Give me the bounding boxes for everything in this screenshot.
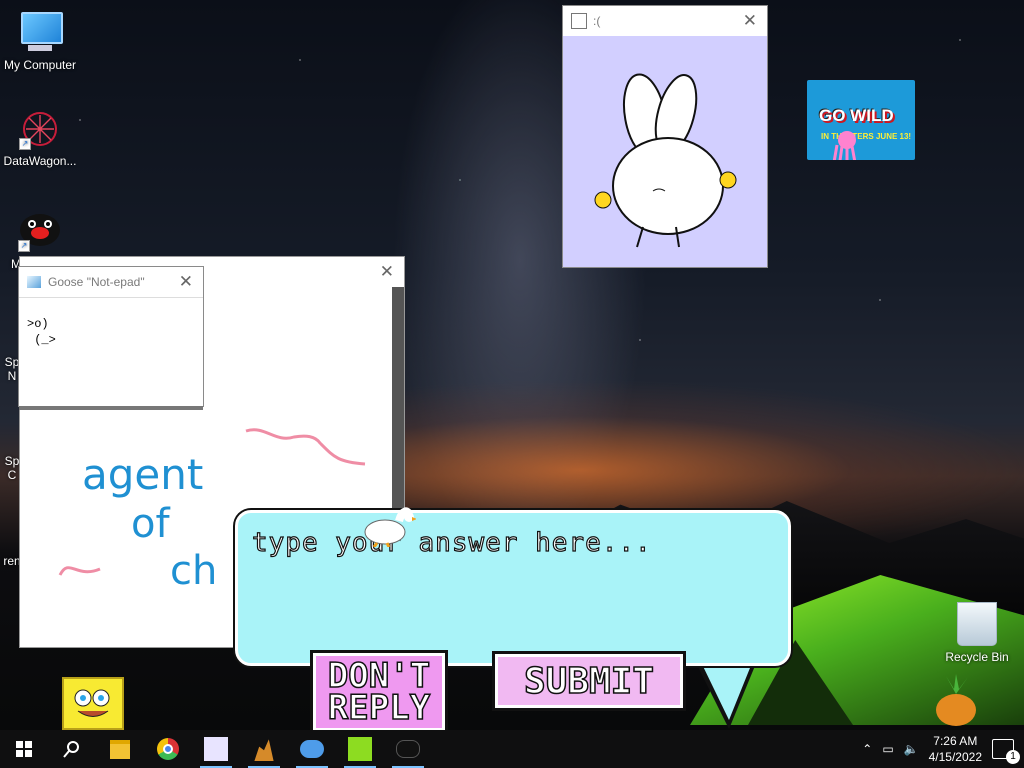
desktop-icon-my-computer[interactable]: My Computer xyxy=(0,12,80,72)
goose-icon xyxy=(364,507,416,547)
notification-count: 1 xyxy=(1006,750,1020,764)
drawing-word: of xyxy=(131,501,170,547)
pineapple-icon xyxy=(929,672,983,726)
bunny-titlebar[interactable]: :( ✕ xyxy=(563,6,767,36)
clock-time: 7:26 AM xyxy=(933,734,978,748)
dont-reply-button[interactable]: DON'T REPLY xyxy=(310,650,448,734)
clock[interactable]: 7:26 AM 4/15/2022 xyxy=(929,733,982,765)
search-icon xyxy=(63,741,79,758)
speech-tail xyxy=(699,658,754,720)
taskbar-bunny-app[interactable] xyxy=(192,730,240,768)
pink-jellyfish-icon xyxy=(832,131,857,160)
recycle-bin-icon xyxy=(957,602,997,646)
windows-icon xyxy=(16,741,32,757)
chevron-up-icon[interactable]: ⌃ xyxy=(862,742,872,756)
desktop-icon-recycle-bin[interactable]: Recycle Bin xyxy=(937,602,1017,664)
desktop-icon-pingu[interactable]: ↗ M xyxy=(0,208,80,271)
volume-icon[interactable]: 🔈 xyxy=(904,742,919,756)
bird-icon xyxy=(300,740,324,758)
taskbar-green-app[interactable] xyxy=(336,730,384,768)
taskbar-file-explorer[interactable] xyxy=(96,730,144,768)
system-tray: ⌃ ▭ 🔈 7:26 AM 4/15/2022 1 xyxy=(862,730,1024,768)
movie-poster-image: GO WILD IN THEATERS JUNE 13! xyxy=(807,80,915,160)
close-icon[interactable]: ✕ xyxy=(743,11,757,31)
folder-icon xyxy=(110,739,130,759)
penguin-icon: ↗ xyxy=(18,208,62,252)
bunny-app-icon xyxy=(204,737,228,761)
desktop-icon-label: DataWagon... xyxy=(3,154,77,168)
start-button[interactable] xyxy=(0,730,48,768)
answer-placeholder: type your answer here... xyxy=(251,527,652,558)
drawing-word: agent xyxy=(82,450,203,499)
notepad-edge xyxy=(19,406,203,410)
taskbar-deer-app[interactable] xyxy=(240,730,288,768)
answer-input[interactable]: type your answer here... xyxy=(235,510,791,666)
notepad-line: (_> xyxy=(27,333,56,347)
taskbar-chrome[interactable] xyxy=(144,730,192,768)
goose-notepad-window[interactable]: Goose "Not-epad" ✕ >o) (_> xyxy=(19,267,203,410)
chrome-icon xyxy=(157,738,179,760)
bunny-icon xyxy=(571,13,587,29)
deer-icon xyxy=(254,739,274,761)
taskbar: ⌃ ▭ 🔈 7:26 AM 4/15/2022 1 xyxy=(0,730,1024,768)
notification-center-button[interactable]: 1 xyxy=(992,739,1020,764)
notepad-body[interactable]: >o) (_> xyxy=(19,297,203,401)
submit-button[interactable]: SUBMIT xyxy=(492,651,686,711)
drawing-word: ch xyxy=(170,548,217,594)
notepad-title: Goose "Not-epad" xyxy=(48,275,145,289)
poster-title: GO WILD xyxy=(819,106,894,125)
desktop-icon-label: My Computer xyxy=(3,58,77,72)
notepad-line: >o) xyxy=(27,317,49,331)
close-icon[interactable]: ✕ xyxy=(179,272,193,292)
spongebob-icon xyxy=(62,677,124,730)
notepad-titlebar[interactable]: Goose "Not-epad" ✕ xyxy=(19,267,203,297)
taskbar-pingu-app[interactable] xyxy=(384,730,432,768)
desktop-icon-label: Recycle Bin xyxy=(945,650,1009,664)
bunny-title: :( xyxy=(593,14,601,28)
clock-date: 4/15/2022 xyxy=(928,750,982,764)
penguin-icon xyxy=(396,740,420,758)
notepad-icon xyxy=(27,276,41,288)
taskbar-bird-app[interactable] xyxy=(288,730,336,768)
green-app-icon xyxy=(348,737,372,761)
bunny-window[interactable]: :( ✕ xyxy=(563,6,767,267)
search-button[interactable] xyxy=(48,730,96,768)
network-icon[interactable]: ▭ xyxy=(882,742,893,756)
datawagon-icon: ↗ xyxy=(19,108,61,150)
computer-icon xyxy=(19,12,63,54)
desktop-icon-datawagon[interactable]: ↗ DataWagon... xyxy=(0,108,80,168)
bunny-image xyxy=(594,73,737,248)
